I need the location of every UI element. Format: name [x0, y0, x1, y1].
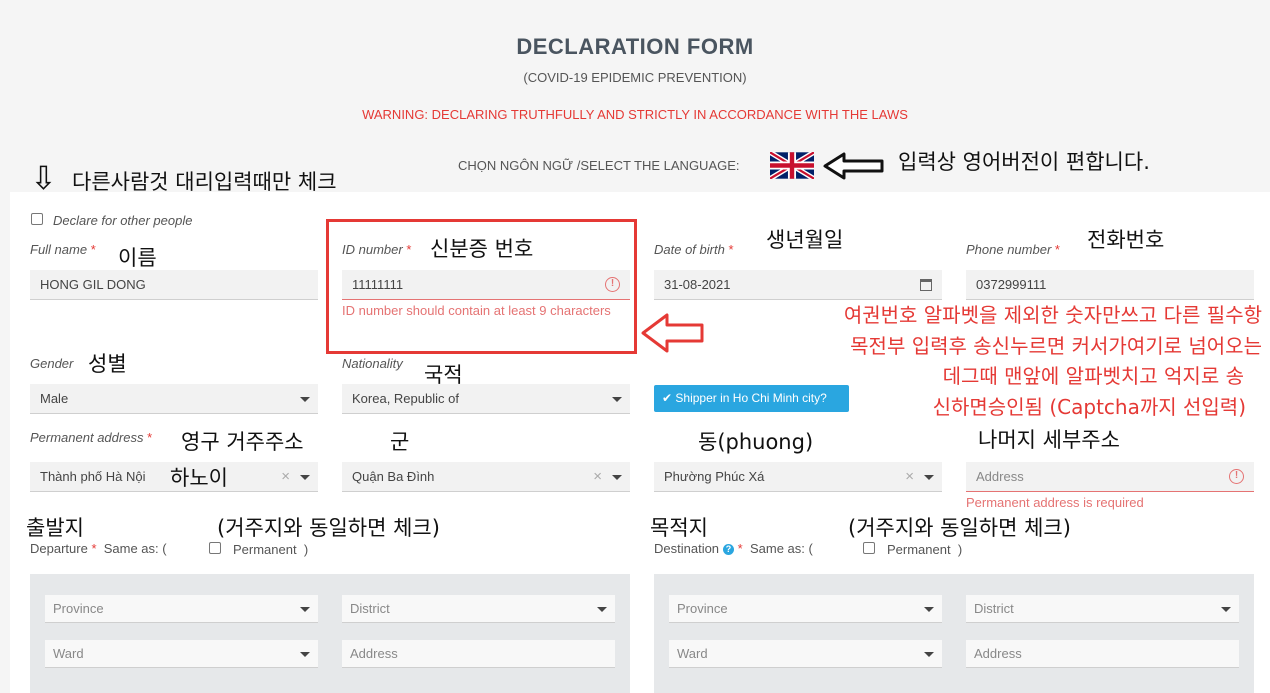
chevron-down-icon: [300, 475, 310, 480]
close-icon[interactable]: ×: [281, 462, 290, 491]
language-label: CHỌN NGÔN NGỮ /SELECT THE LANGUAGE:: [458, 158, 740, 173]
nationality-value: Korea, Republic of: [352, 391, 459, 406]
shipper-button[interactable]: ✔ Shipper in Ho Chi Minh city?: [654, 385, 849, 412]
error-icon: !: [1229, 469, 1244, 484]
annotation-phone: 전화번호: [1087, 228, 1165, 252]
destination-permanent-label: Permanent ): [887, 542, 963, 557]
departure-label: Departure * Same as: (: [30, 541, 167, 556]
departure-province-select[interactable]: Province: [45, 595, 318, 623]
help-icon[interactable]: ?: [723, 544, 735, 556]
permanent-district-select[interactable]: Quận Ba Đình ×: [342, 462, 630, 492]
page-subtitle: (COVID-19 EPIDEMIC PREVENTION): [523, 70, 747, 85]
annotation-english: 입력상 영어버전이 편합니다.: [898, 150, 1150, 174]
annotation-same-destination: (거주지와 동일하면 체크): [848, 516, 1071, 540]
full-name-label: Full name *: [30, 242, 96, 257]
destination-block: [654, 574, 1254, 693]
chevron-down-icon: [300, 652, 310, 657]
annotation-rest-address: 나머지 세부주소: [978, 428, 1120, 452]
nationality-select[interactable]: Korea, Republic of: [342, 384, 630, 414]
phone-value: 0372999111: [976, 277, 1047, 292]
full-name-value: HONG GIL DONG: [40, 277, 146, 292]
permanent-ward-value: Phường Phúc Xá: [664, 469, 765, 484]
chevron-down-icon: [612, 475, 622, 480]
left-arrow-icon: [823, 152, 884, 180]
nationality-label: Nationality: [342, 356, 403, 371]
annotation-name: 이름: [118, 246, 157, 270]
declare-other-checkbox[interactable]: [31, 213, 43, 225]
annotation-permanent: 영구 거주주소: [181, 430, 304, 454]
annotation-departure: 출발지: [26, 516, 84, 540]
chevron-down-icon: [1221, 607, 1231, 612]
annotation-ward: 동(phuong): [698, 430, 814, 454]
annotation-other-people: 다른사람것 대리입력때만 체크: [72, 170, 337, 194]
phone-label: Phone number *: [966, 242, 1060, 257]
check-icon: ✔: [662, 391, 673, 405]
left-arrow-icon-red: [641, 313, 704, 353]
dob-label: Date of birth *: [654, 242, 734, 257]
permanent-address-input[interactable]: Address !: [966, 462, 1254, 492]
annotation-dob: 생년월일: [766, 228, 844, 252]
close-icon[interactable]: ×: [905, 462, 914, 491]
departure-district-select[interactable]: District: [342, 595, 615, 623]
uk-flag-icon[interactable]: [770, 152, 814, 179]
chevron-down-icon: [300, 607, 310, 612]
chevron-down-icon: [300, 397, 310, 402]
chevron-down-icon: [924, 652, 934, 657]
gender-select[interactable]: Male: [30, 384, 318, 414]
destination-province-select[interactable]: Province: [669, 595, 942, 623]
annotation-destination: 목적지: [650, 516, 708, 540]
destination-address-input[interactable]: Address: [966, 640, 1239, 668]
departure-block: [30, 574, 630, 693]
permanent-address-label: Permanent address *: [30, 430, 153, 445]
destination-label: Destination? * Same as: (: [654, 541, 813, 556]
annotation-gender: 성별: [88, 352, 127, 376]
destination-ward-select[interactable]: Ward: [669, 640, 942, 668]
down-arrow-icon: ⇩: [30, 159, 57, 197]
permanent-ward-select[interactable]: Phường Phúc Xá ×: [654, 462, 942, 492]
chevron-down-icon: [924, 607, 934, 612]
annotation-same-departure: (거주지와 동일하면 체크): [217, 516, 440, 540]
dob-value: 31-08-2021: [664, 277, 731, 292]
warning-text: WARNING: DECLARING TRUTHFULLY AND STRICT…: [362, 107, 908, 122]
permanent-district-value: Quận Ba Đình: [352, 469, 435, 484]
chevron-down-icon: [612, 397, 622, 402]
chevron-down-icon: [597, 607, 607, 612]
permanent-address-error: Permanent address is required: [966, 495, 1144, 510]
destination-same-checkbox[interactable]: [863, 542, 875, 554]
dob-input[interactable]: 31-08-2021: [654, 270, 942, 300]
calendar-icon[interactable]: [920, 279, 932, 291]
full-name-input[interactable]: HONG GIL DONG: [30, 270, 318, 300]
gender-label: Gender: [30, 356, 74, 371]
departure-ward-select[interactable]: Ward: [45, 640, 318, 668]
departure-same-checkbox[interactable]: [209, 542, 221, 554]
close-icon[interactable]: ×: [593, 462, 602, 491]
departure-address-input[interactable]: Address: [342, 640, 615, 668]
annotation-district: 군: [390, 430, 410, 454]
gender-value: Male: [40, 391, 69, 406]
highlight-box: [326, 219, 637, 354]
page-title: DECLARATION FORM: [516, 34, 754, 59]
departure-permanent-label: Permanent ): [233, 542, 309, 557]
destination-district-select[interactable]: District: [966, 595, 1239, 623]
phone-input[interactable]: 0372999111: [966, 270, 1254, 300]
permanent-province-value: Thành phố Hà Nội: [40, 469, 146, 484]
annotation-hanoi: 하노이: [170, 466, 228, 490]
declare-other-label: Declare for other people: [53, 213, 193, 228]
chevron-down-icon: [924, 475, 934, 480]
